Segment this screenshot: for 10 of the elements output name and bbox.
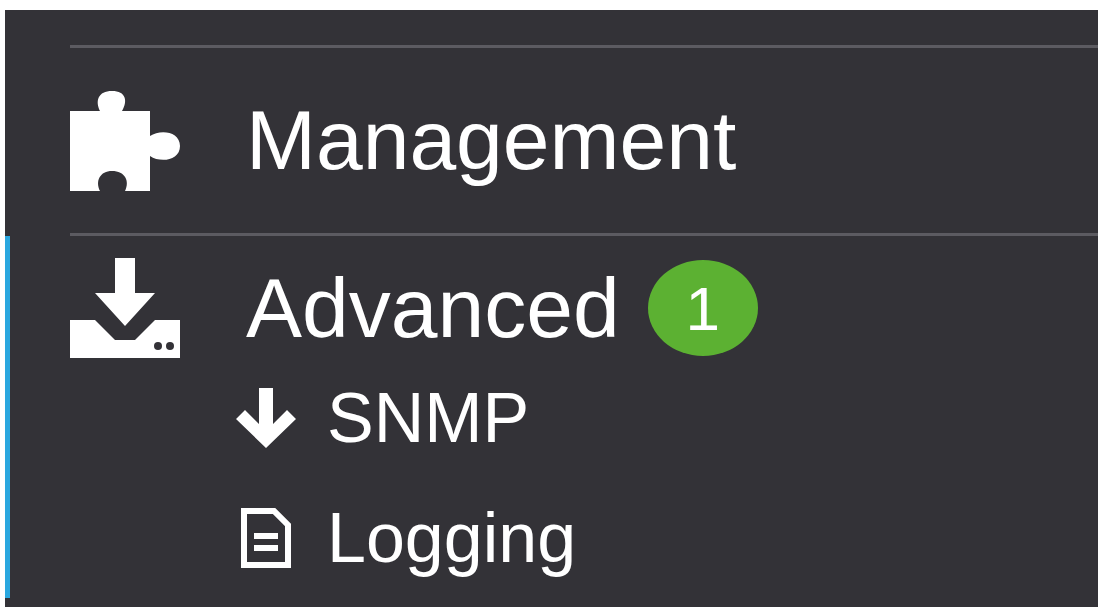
submenu-label[interactable]: SNMP (327, 378, 530, 458)
count-badge: 1 (647, 260, 758, 356)
download-tray-icon (70, 258, 180, 358)
menu-label[interactable]: Advanced (246, 259, 620, 357)
menu-label[interactable]: Management (246, 92, 737, 189)
puzzle-icon (70, 90, 180, 191)
arrow-down-icon (235, 388, 297, 448)
sidebar-section[interactable]: Management (5, 48, 1098, 233)
sidebar-section[interactable]: Advanced 1 SNMP Logging (5, 236, 1098, 598)
submenu-label[interactable]: Logging (327, 498, 577, 578)
